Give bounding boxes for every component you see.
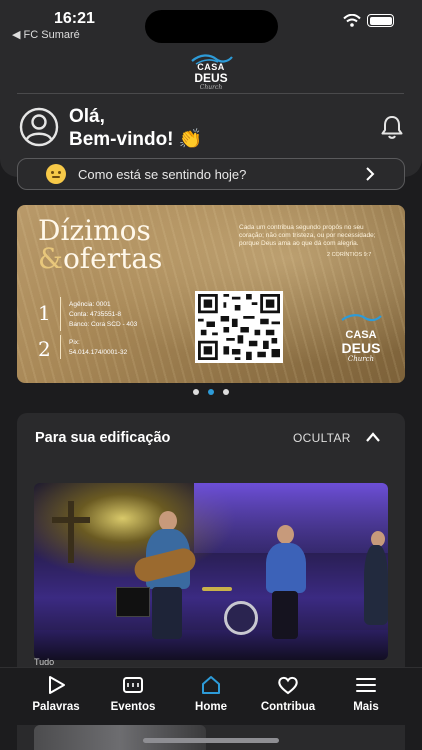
carousel-dot-3[interactable]	[223, 389, 229, 395]
tab-home[interactable]: Home	[174, 674, 248, 713]
home-icon	[202, 676, 220, 694]
tab-mais-label: Mais	[353, 701, 379, 713]
pix-divider	[60, 335, 61, 359]
bank-account: Conta: 4735551-8	[69, 311, 122, 318]
ticket-icon	[123, 677, 143, 693]
carousel-dot-1[interactable]	[193, 389, 199, 395]
carousel-dot-2[interactable]	[208, 389, 214, 395]
amplifier	[116, 587, 150, 617]
chevron-right-icon	[366, 167, 375, 181]
menu-icon	[356, 678, 376, 692]
banner-title: Dízimos &ofertas	[38, 217, 162, 273]
banner-church-logo: CASA DEUS Church	[339, 311, 383, 363]
pix-label: Pix:	[69, 339, 80, 346]
back-to-app-link[interactable]: ◀ FC Sumaré	[12, 28, 80, 41]
banner-title-line1: Dízimos	[38, 214, 151, 247]
cross-icon	[68, 501, 74, 563]
pix-qr-code	[195, 291, 283, 363]
banner-logo-church: Church	[347, 355, 375, 363]
tab-contribua[interactable]: Contribua	[251, 674, 325, 713]
bank-divider	[60, 297, 61, 331]
female-singer-head	[277, 525, 294, 544]
tab-eventos-label: Eventos	[110, 701, 156, 713]
church-logo: CASA DEUS Church	[188, 52, 234, 92]
logo-text-church: Church	[199, 84, 223, 91]
banner-verse: Cada um contribua segundo propôs no seu …	[239, 224, 376, 247]
status-bar: 16:21 ◀ FC Sumaré	[0, 0, 422, 44]
stage-floor	[34, 630, 388, 660]
section-title: Para sua edificação	[35, 430, 171, 446]
wifi-icon	[343, 14, 361, 27]
play-icon	[49, 676, 65, 694]
qr-code-icon	[198, 294, 280, 360]
bank-name: Banco: Cora SCD - 403	[69, 321, 138, 328]
carousel-pagination	[0, 389, 422, 395]
header-divider	[17, 93, 404, 94]
mood-prompt-text: Como está se sentindo hoje?	[78, 166, 247, 182]
category-label: Tudo	[34, 657, 55, 667]
greeting: Olá, Bem-vindo! 👏	[69, 105, 202, 151]
tithes-offerings-banner[interactable]: Dízimos &ofertas Cada um contribua segun…	[17, 205, 405, 383]
tab-mais[interactable]: Mais	[329, 674, 403, 713]
banner-logo-wave-icon	[341, 314, 382, 322]
greeting-line1: Olá,	[69, 106, 105, 127]
tab-palavras-label: Palavras	[32, 701, 80, 713]
pix-step-number: 2	[38, 337, 51, 361]
profile-avatar-icon[interactable]	[19, 107, 59, 147]
logo-wave-icon	[191, 54, 233, 65]
chevron-up-icon[interactable]	[365, 431, 381, 443]
logo-text-deus: DEUS	[194, 71, 228, 85]
hide-section-button[interactable]: OCULTAR	[293, 431, 351, 445]
pix-key: 54.014.174/0001-32	[69, 349, 128, 356]
banner-title-ampersand: &	[38, 242, 63, 275]
tab-eventos[interactable]: Eventos	[96, 674, 170, 713]
banner-verse-reference: 2 CORÍNTIOS 9:7	[327, 252, 372, 258]
tab-contribua-label: Contribua	[260, 701, 316, 713]
notification-bell-icon[interactable]	[379, 114, 405, 140]
status-icons	[343, 14, 394, 27]
bottom-tab-bar: Palavras Eventos Home Contribua Mais	[0, 667, 422, 725]
tab-palavras[interactable]: Palavras	[19, 674, 93, 713]
home-indicator[interactable]	[143, 738, 279, 743]
neutral-face-icon	[46, 164, 66, 184]
banner-logo-deus: DEUS	[341, 340, 381, 356]
battery-icon	[367, 14, 394, 27]
worship-video-thumbnail[interactable]	[34, 483, 388, 660]
pix-info: Pix: 54.014.174/0001-32	[69, 338, 127, 358]
bassist	[364, 545, 388, 625]
status-time: 16:21	[54, 10, 95, 27]
greeting-line2: Bem-vindo! 👏	[69, 129, 203, 150]
bank-info: Agência: 0001 Conta: 4735551-8 Banco: Co…	[69, 300, 137, 330]
bank-step-number: 1	[38, 301, 51, 325]
singer-head	[159, 511, 177, 531]
tab-home-label: Home	[195, 701, 227, 713]
banner-title-line2: ofertas	[62, 242, 163, 275]
heart-icon	[278, 676, 298, 695]
mood-prompt-button[interactable]: Como está se sentindo hoje?	[17, 158, 405, 190]
drum-kit	[224, 601, 258, 635]
bank-agency: Agência: 0001	[69, 301, 111, 308]
female-singer	[266, 543, 306, 593]
cymbal	[202, 587, 232, 591]
dynamic-island	[145, 10, 278, 43]
